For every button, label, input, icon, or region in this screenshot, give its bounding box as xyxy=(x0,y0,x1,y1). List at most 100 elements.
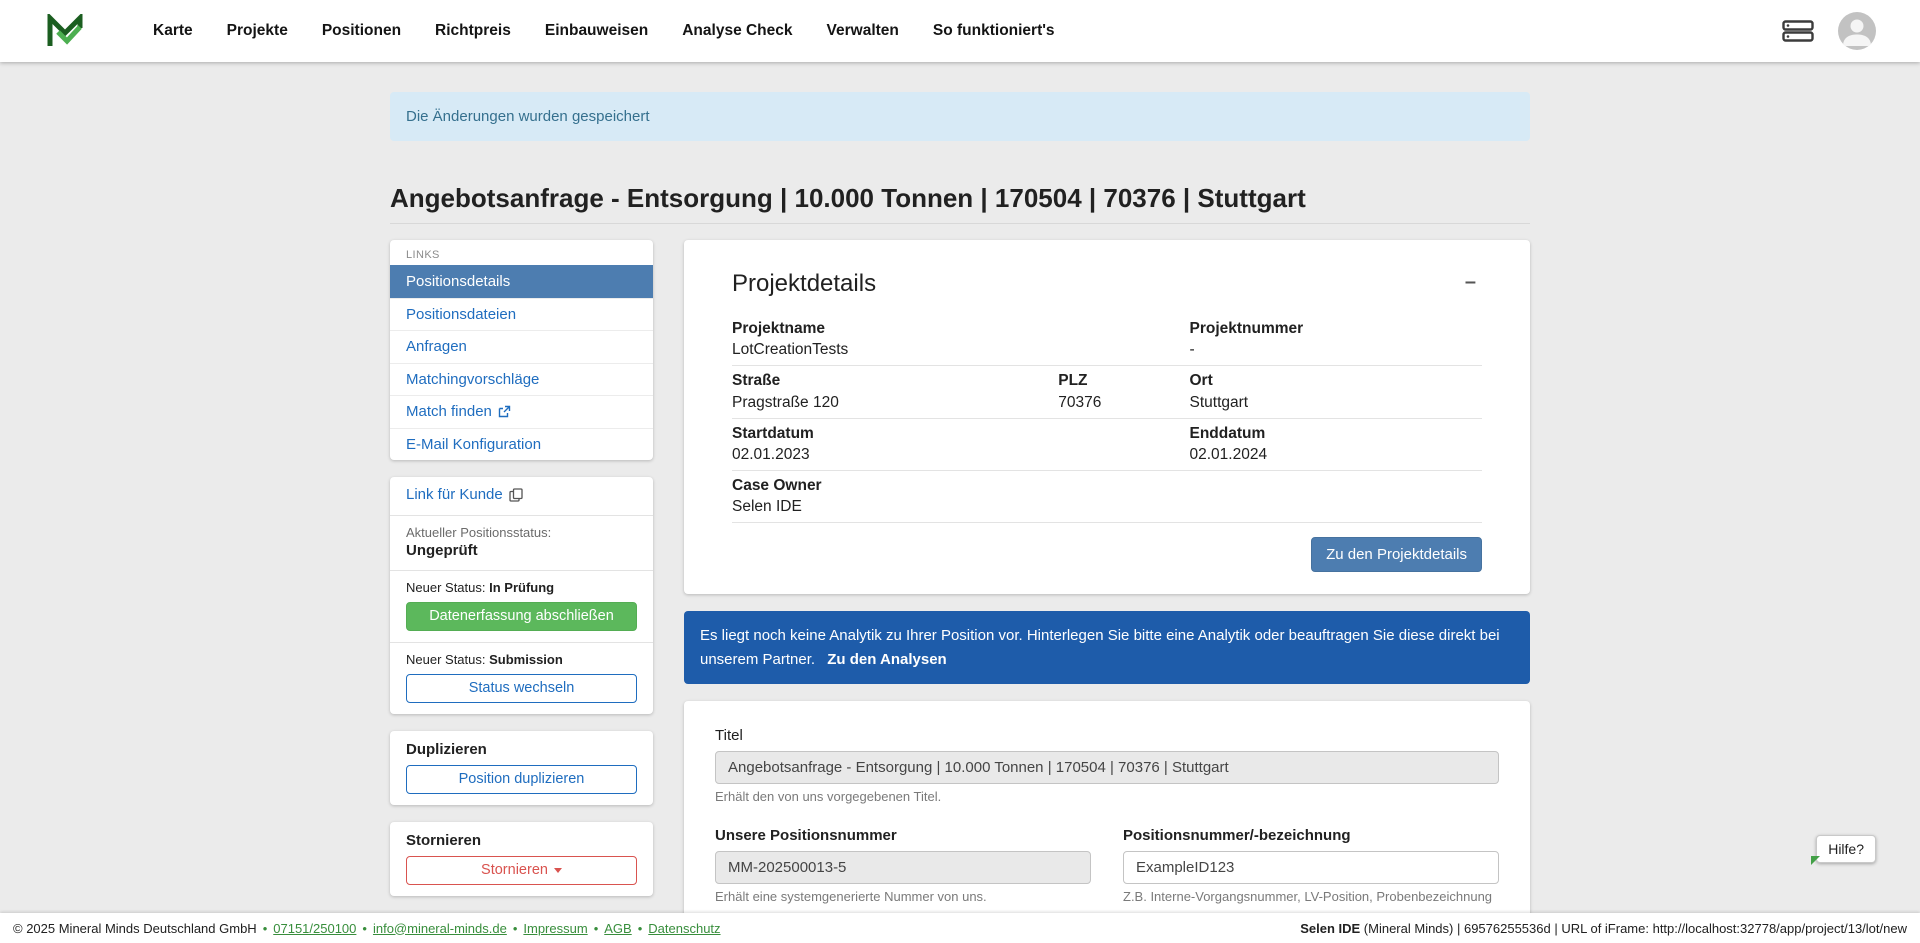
nav-item-analyse-check[interactable]: Analyse Check xyxy=(665,12,809,50)
new-status-section-1: Neuer Status: In Prüfung Datenerfassung … xyxy=(390,570,653,642)
footer-agb-link[interactable]: AGB xyxy=(604,921,631,936)
analytik-banner-text: Es liegt noch keine Analytik zu Ihrer Po… xyxy=(700,627,1500,667)
page-title: Angebotsanfrage - Entsorgung | 10.000 To… xyxy=(390,183,1530,224)
position-form-card: Titel Erhält den von uns vorgegebenen Ti… xyxy=(684,701,1530,943)
duplizieren-card: Duplizieren Position duplizieren xyxy=(390,731,653,805)
footer-impressum-link[interactable]: Impressum xyxy=(523,921,587,936)
pd-row-3: Startdatum 02.01.2023 Enddatum 02.01.202… xyxy=(732,419,1482,471)
nav-item-karte[interactable]: Karte xyxy=(136,12,210,50)
new-status-line-2: Neuer Status: Submission xyxy=(406,652,637,667)
pd-row-1: Projektname LotCreationTests Projektnumm… xyxy=(732,314,1482,366)
field-plz: PLZ 70376 xyxy=(1058,371,1189,412)
field-enddatum: Enddatum 02.01.2024 xyxy=(1190,424,1483,465)
zu-den-analysen-link[interactable]: Zu den Analysen xyxy=(827,651,946,668)
links-card: LINKS Positionsdetails Positionsdateien … xyxy=(390,240,653,460)
success-alert: Die Änderungen wurden gespeichert xyxy=(390,92,1530,141)
separator-dot: • xyxy=(362,921,367,936)
page-background: Die Änderungen wurden gespeichert Angebo… xyxy=(0,62,1920,943)
sidebar-item-matchingvorschlaege[interactable]: Matchingvorschläge xyxy=(390,363,653,396)
nav-item-einbauweisen[interactable]: Einbauweisen xyxy=(528,12,665,50)
current-status-label: Aktueller Positionsstatus: xyxy=(406,525,637,540)
footer-phone-link[interactable]: 07151/250100 xyxy=(273,921,356,936)
form-grid: Unsere Positionsnummer Erhält eine syste… xyxy=(715,827,1499,904)
nav-item-projekte[interactable]: Projekte xyxy=(210,12,305,50)
sidebar-item-positionsdetails[interactable]: Positionsdetails xyxy=(390,265,653,298)
stornieren-title: Stornieren xyxy=(406,832,637,849)
content-container: Die Änderungen wurden gespeichert Angebo… xyxy=(390,62,1530,943)
main-nav: Karte Projekte Positionen Richtpreis Ein… xyxy=(136,12,1072,50)
nav-right xyxy=(1782,12,1876,50)
projektdetails-footer: Zu den Projektdetails xyxy=(732,537,1482,572)
stornieren-card: Stornieren Stornieren xyxy=(390,822,653,896)
unsere-positionsnummer-group: Unsere Positionsnummer Erhält eine syste… xyxy=(715,827,1091,904)
sidebar-item-anfragen[interactable]: Anfragen xyxy=(390,330,653,363)
copy-icon xyxy=(509,488,523,502)
copyright-text: © 2025 Mineral Minds Deutschland GmbH xyxy=(13,921,257,936)
pd-row-4: Case Owner Selen IDE xyxy=(732,471,1482,523)
projektdetails-card: Projektdetails – Projektname LotCreation… xyxy=(684,240,1530,594)
sidebar-item-label: Match finden xyxy=(406,402,492,422)
status-card: Link für Kunde Aktueller Positionsstatus… xyxy=(390,477,653,714)
separator-dot: • xyxy=(638,921,643,936)
nav-item-richtpreis[interactable]: Richtpreis xyxy=(418,12,528,50)
positionsnummer-group: Positionsnummer/-bezeichnung Z.B. Intern… xyxy=(1123,827,1499,904)
sidebar-item-positionsdateien[interactable]: Positionsdateien xyxy=(390,298,653,331)
new-status-line-1: Neuer Status: In Prüfung xyxy=(406,580,637,595)
field-strasse: Straße Pragstraße 120 xyxy=(732,371,1058,412)
user-avatar[interactable] xyxy=(1838,12,1876,50)
position-duplizieren-button[interactable]: Position duplizieren xyxy=(406,765,637,794)
titel-input xyxy=(715,751,1499,784)
links-header: LINKS xyxy=(390,240,653,265)
projektdetails-header: Projektdetails – xyxy=(732,270,1482,298)
field-projektname: Projektname LotCreationTests xyxy=(732,319,1190,360)
pd-row-2: Straße Pragstraße 120 PLZ 70376 Ort Stut… xyxy=(732,366,1482,418)
sidebar: LINKS Positionsdetails Positionsdateien … xyxy=(390,240,653,896)
footer: © 2025 Mineral Minds Deutschland GmbH • … xyxy=(0,913,1920,943)
positionsnummer-help: Z.B. Interne-Vorgangsnummer, LV-Position… xyxy=(1123,889,1499,904)
analytik-banner: Es liegt noch keine Analytik zu Ihrer Po… xyxy=(684,611,1530,684)
external-link-icon xyxy=(498,405,511,418)
duplizieren-title: Duplizieren xyxy=(406,741,637,758)
nav-item-so-funktionierts[interactable]: So funktioniert's xyxy=(916,12,1072,50)
unsere-positionsnummer-input xyxy=(715,851,1091,884)
field-ort: Ort Stuttgart xyxy=(1190,371,1483,412)
sidebar-item-email-konfiguration[interactable]: E-Mail Konfiguration xyxy=(390,428,653,461)
caret-down-icon xyxy=(554,868,562,873)
unsere-positionsnummer-label: Unsere Positionsnummer xyxy=(715,827,1091,844)
nav-item-verwalten[interactable]: Verwalten xyxy=(810,12,916,50)
help-button[interactable]: Hilfe? xyxy=(1816,835,1876,863)
field-startdatum: Startdatum 02.01.2023 xyxy=(732,424,1190,465)
unsere-positionsnummer-help: Erhält eine systemgenerierte Nummer von … xyxy=(715,889,1091,904)
server-icon[interactable] xyxy=(1782,19,1814,43)
person-icon xyxy=(1838,12,1876,50)
footer-email-link[interactable]: info@mineral-minds.de xyxy=(373,921,507,936)
footer-session-info: Selen IDE (Mineral Minds) | 69576255536d… xyxy=(1300,921,1907,936)
titel-help: Erhält den von uns vorgegebenen Titel. xyxy=(715,789,1499,804)
sidebar-item-match-finden[interactable]: Match finden xyxy=(390,395,653,428)
footer-datenschutz-link[interactable]: Datenschutz xyxy=(648,921,720,936)
content-row: LINKS Positionsdetails Positionsdateien … xyxy=(390,240,1530,943)
customer-link[interactable]: Link für Kunde xyxy=(406,486,523,503)
field-projektnummer: Projektnummer - xyxy=(1190,319,1483,360)
main-column: Projektdetails – Projektname LotCreation… xyxy=(684,240,1530,943)
titel-label: Titel xyxy=(715,727,1499,744)
projektdetails-title: Projektdetails xyxy=(732,270,876,298)
datenerfassung-abschliessen-button[interactable]: Datenerfassung abschließen xyxy=(406,602,637,631)
customer-link-section: Link für Kunde xyxy=(390,477,653,515)
collapse-button[interactable]: – xyxy=(1459,270,1482,294)
app-logo[interactable] xyxy=(46,14,84,48)
current-status-value: Ungeprüft xyxy=(406,542,637,559)
nav-item-positionen[interactable]: Positionen xyxy=(305,12,418,50)
field-case-owner: Case Owner Selen IDE xyxy=(732,476,1482,517)
logo-icon xyxy=(46,14,84,48)
separator-dot: • xyxy=(263,921,268,936)
positionsnummer-label: Positionsnummer/-bezeichnung xyxy=(1123,827,1499,844)
positionsnummer-input[interactable] xyxy=(1123,851,1499,884)
footer-left: © 2025 Mineral Minds Deutschland GmbH • … xyxy=(13,921,721,936)
separator-dot: • xyxy=(594,921,599,936)
zu-den-projektdetails-button[interactable]: Zu den Projektdetails xyxy=(1311,537,1482,572)
stornieren-dropdown-button[interactable]: Stornieren xyxy=(406,856,637,885)
top-navigation: Karte Projekte Positionen Richtpreis Ein… xyxy=(0,0,1920,62)
status-wechseln-button[interactable]: Status wechseln xyxy=(406,674,637,703)
new-status-section-2: Neuer Status: Submission Status wechseln xyxy=(390,642,653,714)
